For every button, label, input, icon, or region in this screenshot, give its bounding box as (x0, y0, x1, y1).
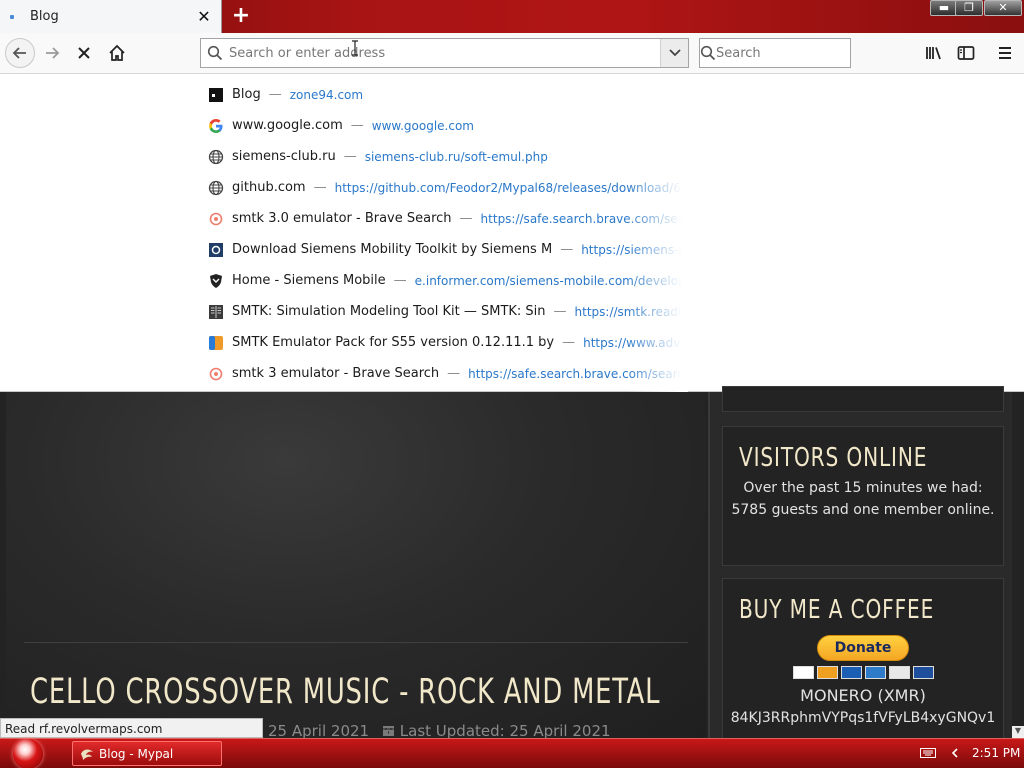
google-icon (206, 116, 226, 136)
suggestion-url: zone94.com (289, 87, 364, 102)
url-bar[interactable] (200, 38, 689, 68)
scrollbar-down-arrow-icon[interactable]: ▼ (1012, 726, 1024, 738)
suggestion-title: github.com (232, 180, 306, 195)
page-sidebar: VISITORS ONLINE Over the past 15 minutes… (708, 386, 1012, 748)
suggestion-url: siemens-club.ru/soft-emul.php (364, 149, 548, 164)
url-history-dropdown-button[interactable] (660, 39, 688, 67)
suggestion-title: siemens-club.ru (232, 149, 336, 164)
shield-icon (206, 271, 226, 291)
url-suggestions-dropdown: Blog — zone94.com www.google.com — www.googl… (0, 74, 1024, 392)
suggestion-title: Home - Siemens Mobile (232, 273, 386, 288)
chevron-down-icon (668, 49, 681, 57)
siemens-square-icon (206, 240, 226, 260)
visitors-text: Over the past 15 minutes we had: 5785 gu… (731, 480, 995, 518)
brave-icon (206, 209, 226, 229)
url-input[interactable] (229, 45, 660, 61)
window-close-button[interactable]: ✕ (984, 0, 1022, 16)
monero-label: MONERO (XMR) (800, 686, 926, 705)
text-cursor-icon (352, 40, 358, 56)
suggestion-title: Download Siemens Mobility Toolkit by Sie… (232, 242, 553, 257)
suggestion-row[interactable]: github.com — https://github.com/Feodor2/My… (206, 172, 686, 203)
suggestion-row[interactable]: www.google.com — www.google.com (206, 110, 686, 141)
menu-button[interactable] (991, 39, 1019, 67)
donate-button[interactable]: Donate (817, 635, 909, 661)
forward-button[interactable] (38, 39, 66, 67)
tab-blog[interactable]: Blog ✕ (0, 0, 222, 33)
search-icon (700, 45, 716, 61)
suggestion-title: SMTK: Simulation Modeling Tool Kit — SMT… (232, 304, 546, 319)
taskbar-clock[interactable]: 2:51 PM (972, 746, 1020, 760)
tab-title: Blog (30, 9, 59, 24)
suggestion-row[interactable]: SMTK: Simulation Modeling Tool Kit — SMT… (206, 296, 686, 327)
start-button[interactable] (10, 739, 46, 768)
visitors-widget: VISITORS ONLINE Over the past 15 minutes… (722, 426, 1004, 566)
coffee-title: BUY ME A COFFEE (739, 595, 935, 625)
monero-address: 84KJ3RRphmVYPqs1fVFyLB4xyGNQv1 (730, 710, 996, 726)
new-tab-button[interactable]: + (230, 5, 252, 27)
library-button[interactable] (920, 39, 948, 67)
tray-expand-chevron-icon[interactable] (950, 748, 960, 758)
suggestion-title: www.google.com (232, 118, 343, 133)
payment-cards-icon (723, 666, 1003, 679)
article-area: CELLO CROSSOVER MUSIC - ROCK AND METAL 2… (6, 392, 706, 740)
search-icon (201, 45, 229, 61)
globe-icon (206, 147, 226, 167)
suggestion-title: SMTK Emulator Pack for S55 version 0.12.… (232, 335, 555, 350)
divider (24, 642, 688, 643)
back-arrow-icon (12, 47, 26, 59)
library-icon (926, 47, 941, 60)
sidebar-icon (957, 46, 975, 60)
suggestion-title: Blog (232, 87, 261, 102)
globe-icon (206, 178, 226, 198)
calendar-icon (383, 726, 394, 736)
stop-button[interactable] (70, 39, 98, 67)
stop-x-icon (78, 47, 90, 59)
site-black-icon (206, 85, 226, 105)
taskbar-window-title: Blog - Mypal (99, 746, 174, 761)
article-title[interactable]: CELLO CROSSOVER MUSIC - ROCK AND METAL (30, 672, 660, 712)
suggestion-row[interactable]: smtk 3 emulator - Brave Search — https://s… (206, 358, 686, 389)
taskbar-window-button[interactable]: Blog - Mypal (72, 741, 222, 766)
hamburger-menu-icon (999, 47, 1011, 59)
suggestion-row[interactable]: siemens-club.ru — siemens-club.ru/soft-emu… (206, 141, 686, 172)
widget-top-stub (722, 386, 1004, 412)
tab-favicon-icon (8, 13, 16, 21)
restore-button[interactable]: ❐ (955, 0, 983, 16)
brave-icon (206, 364, 226, 384)
status-bar: Read rf.revolvermaps.com (0, 718, 263, 738)
browser-app-icon (81, 749, 93, 760)
package-icon (206, 333, 226, 353)
tab-close-icon[interactable]: ✕ (193, 6, 215, 28)
suggestion-row[interactable]: Download Siemens Mobility Toolkit by Sie… (206, 234, 686, 265)
book-icon (206, 302, 226, 322)
home-icon (109, 44, 125, 61)
visitors-title: VISITORS ONLINE (739, 443, 928, 473)
suggestion-row[interactable]: Home - Siemens Mobile — e.informer.com/sie… (206, 265, 686, 296)
start-orb-icon (13, 739, 43, 768)
search-input[interactable] (716, 45, 886, 61)
suggestion-url: www.google.com (371, 118, 474, 133)
suggestion-row[interactable]: Blog — zone94.com (206, 79, 686, 110)
web-page: CELLO CROSSOVER MUSIC - ROCK AND METAL 2… (0, 386, 1024, 748)
home-button[interactable] (103, 39, 131, 67)
suggestion-row[interactable]: SMTK Emulator Pack for S55 version 0.12.… (206, 327, 686, 358)
suggestion-title: smtk 3.0 emulator - Brave Search (232, 211, 452, 226)
navigation-toolbar (0, 33, 1024, 74)
suggestion-row[interactable]: smtk 3.0 emulator - Brave Search — https:/… (206, 203, 686, 234)
search-bar[interactable] (699, 38, 886, 68)
back-button[interactable] (5, 38, 35, 68)
suggestion-fade-overlay (626, 74, 688, 392)
suggestion-title: smtk 3 emulator - Brave Search (232, 366, 440, 381)
coffee-widget: BUY ME A COFFEE Donate MONERO (XMR) 84KJ… (722, 578, 1004, 748)
minimize-button[interactable]: ▬ (930, 0, 958, 16)
sidebar-toggle-button[interactable] (952, 39, 980, 67)
keyboard-icon[interactable] (920, 748, 936, 758)
forward-arrow-icon (46, 47, 60, 59)
tab-strip: Blog ✕ + ▬ ❐ ✕ (0, 0, 1024, 33)
